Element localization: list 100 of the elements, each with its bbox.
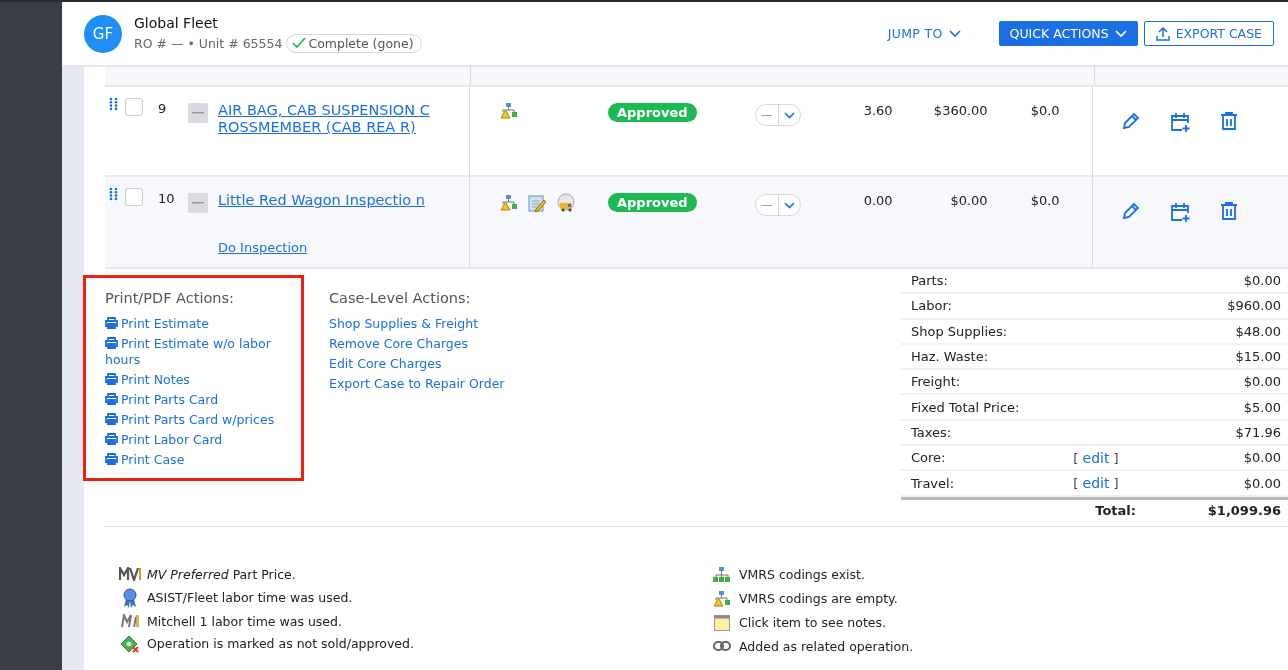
row-checkbox[interactable] (125, 188, 143, 206)
check-icon (292, 37, 307, 49)
bracket: [ (1073, 476, 1079, 491)
print-link[interactable]: Print Estimate w/o labor hours (105, 336, 301, 368)
trash-icon[interactable] (1219, 111, 1239, 131)
legend-text: Added as related operation. (739, 638, 914, 654)
action-link[interactable]: Shop Supplies & Freight (329, 316, 569, 332)
chevron-down-icon (948, 29, 961, 38)
print-link[interactable]: Print Parts Card (105, 392, 301, 408)
amount-cell-text: $360.00 (932, 103, 988, 118)
approval-select[interactable]: — (754, 104, 801, 126)
operation-link[interactable]: Little Red Wagon Inspectio n (218, 192, 436, 209)
hierarchy-warning-icon (713, 590, 731, 607)
calendar-add-icon[interactable] (1169, 111, 1191, 133)
legend-text: VMRS codings exist. (739, 567, 865, 583)
status-badge: Approved (608, 103, 697, 122)
summary-label: Fixed Total Price: (911, 399, 1021, 415)
printer-icon (105, 317, 118, 329)
total-label: Total: (1095, 503, 1136, 519)
minus-icon (192, 202, 204, 204)
section-heading: Case-Level Actions: (329, 290, 472, 306)
printer-icon (105, 453, 118, 465)
customer-name: Global Fleet (134, 14, 219, 31)
upload-icon (1155, 26, 1170, 41)
summary-value: $0.00 (1242, 450, 1281, 466)
summary-value: $5.00 (1242, 399, 1281, 415)
legend-text: Operation is marked as not sold/approved. (147, 636, 414, 652)
hours-cell-text: 0.00 (862, 193, 893, 208)
truck-icon (556, 193, 576, 213)
hierarchy-icon (713, 566, 731, 583)
total-value: $1,099.96 (1207, 503, 1281, 519)
summary-label: Core: (911, 450, 947, 466)
trash-icon[interactable] (1219, 201, 1239, 221)
bracket: [ (1073, 450, 1079, 466)
amount-cell-text: $0.00 (949, 193, 988, 208)
minus-icon (192, 112, 204, 114)
approval-select[interactable]: — (754, 194, 801, 216)
printer-icon (105, 433, 118, 445)
table-cell-text: $0.0 (1029, 193, 1061, 208)
print-link[interactable]: Print Case (105, 452, 301, 468)
action-link[interactable]: Export Case to Repair Order (329, 376, 569, 392)
summary-value: $960.00 (1226, 298, 1281, 314)
summary-label: Shop Supplies: (911, 323, 1009, 339)
status-badge: Approved (608, 193, 697, 212)
chevron-down-icon (1114, 29, 1127, 38)
bracket: ] (1113, 476, 1119, 491)
edit-link[interactable]: edit (1082, 475, 1110, 491)
calendar-add-icon[interactable] (1169, 201, 1191, 223)
legend-text: Click item to see notes. (739, 615, 886, 631)
printer-icon (105, 413, 118, 425)
jump-to-menu[interactable]: JUMP TO (881, 25, 967, 42)
table-cell-text: $0.0 (1029, 103, 1061, 118)
action-link[interactable]: Edit Core Charges (329, 356, 569, 372)
hierarchy-warning-icon (500, 103, 518, 119)
chevron-down-icon (783, 201, 795, 209)
operation-link[interactable]: AIR BAG, CAB SUSPENSION CROSSMEMBER (CAB REA R) (218, 102, 436, 136)
row-checkbox[interactable] (125, 98, 143, 116)
summary-value: $71.96 (1234, 424, 1281, 440)
summary-label: Labor: (911, 298, 953, 314)
quick-actions-button[interactable]: QUICK ACTIONS (998, 21, 1138, 46)
line-number: 10 (157, 190, 176, 208)
summary-label: Travel: (911, 475, 956, 491)
edit-link[interactable]: edit (1082, 449, 1110, 466)
legend-text: MV Preferred Part Price. (147, 566, 296, 582)
print-link[interactable]: Print Estimate (105, 316, 301, 332)
inspection-link[interactable]: Do Inspection (218, 240, 308, 255)
hierarchy-warning-icon (500, 195, 518, 211)
print-link[interactable]: Print Labor Card (105, 432, 301, 448)
chain-link-icon (713, 640, 731, 653)
summary-label: Haz. Waste: (911, 349, 990, 365)
chevron-down-icon (783, 111, 795, 119)
printer-icon (105, 337, 118, 349)
print-link[interactable]: Print Parts Card w/prices (105, 412, 301, 428)
summary-label: Freight: (911, 374, 962, 390)
unit-info: RO # — • Unit # 65554 (134, 35, 283, 51)
export-case-button[interactable]: EXPORT CASE (1143, 21, 1274, 46)
hours-cell-text: 3.60 (862, 103, 893, 118)
cash-cross-icon (120, 634, 140, 653)
avatar: GF (84, 14, 122, 53)
summary-label: Taxes: (911, 424, 953, 440)
section-heading: Print/PDF Actions: (105, 290, 235, 306)
summary-value: $48.00 (1234, 323, 1281, 339)
legend-text: ASIST/Fleet labor time was used. (147, 590, 353, 606)
printer-icon (105, 393, 118, 405)
note-icon (714, 614, 730, 631)
stripes-logo-icon (120, 614, 140, 629)
summary-label: Parts: (911, 273, 949, 289)
printer-icon (105, 373, 118, 385)
pencil-icon[interactable] (1121, 111, 1141, 131)
stripes-logo-icon (119, 567, 141, 582)
line-number: 9 (157, 100, 168, 118)
ribbon-icon (122, 587, 138, 608)
bracket: ] (1113, 450, 1119, 466)
legend-text: VMRS codings are empty. (739, 591, 898, 607)
print-link[interactable]: Print Notes (105, 372, 301, 388)
action-link[interactable]: Remove Core Charges (329, 336, 569, 352)
legend-text: Mitchell 1 labor time was used. (147, 613, 342, 629)
note-pencil-icon (528, 194, 546, 212)
summary-value: $0.00 (1242, 374, 1281, 390)
pencil-icon[interactable] (1121, 201, 1141, 221)
